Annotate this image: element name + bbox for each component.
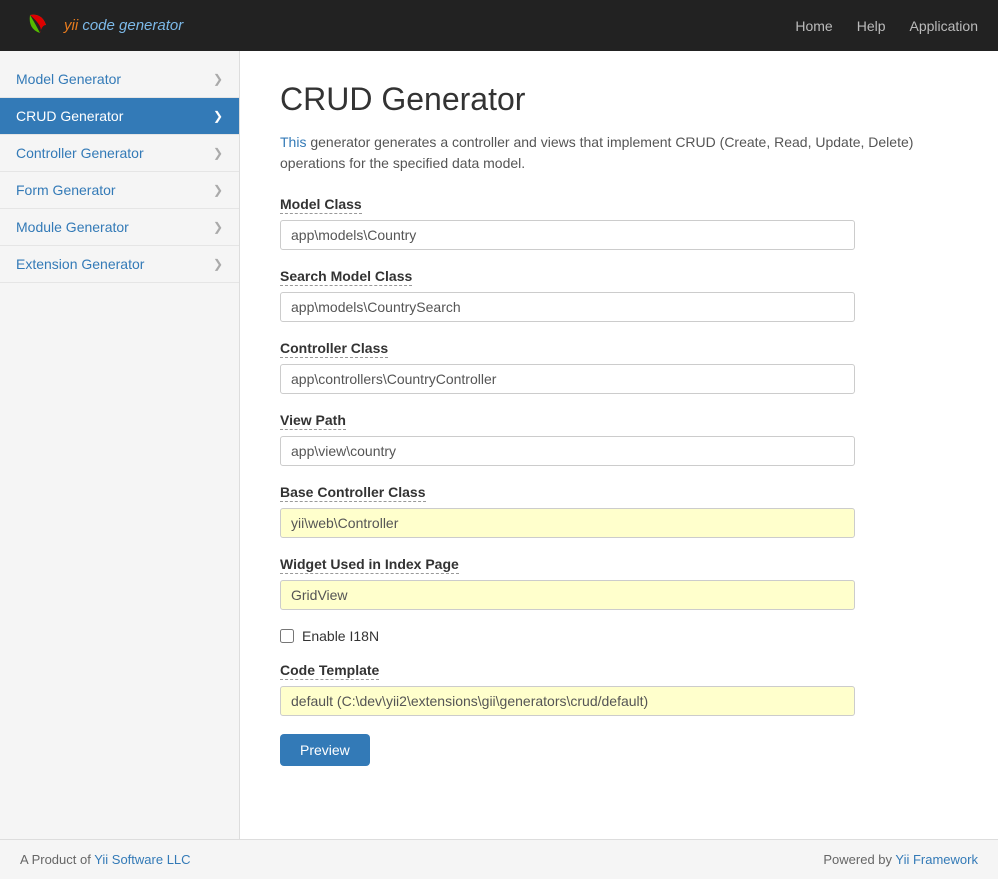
sidebar-item-form-generator[interactable]: Form Generator ❯ <box>0 172 239 209</box>
search-model-class-group: Search Model Class <box>280 268 958 322</box>
sidebar: Model Generator ❯ CRUD Generator ❯ Contr… <box>0 51 240 839</box>
footer-right: Powered by Yii Framework <box>823 852 978 867</box>
nav-home[interactable]: Home <box>795 18 832 34</box>
sidebar-item-crud-generator[interactable]: CRUD Generator ❯ <box>0 98 239 135</box>
chevron-right-icon: ❯ <box>213 220 223 234</box>
widget-used-group: Widget Used in Index Page <box>280 556 958 610</box>
base-controller-class-input[interactable] <box>280 508 855 538</box>
sidebar-item-label: CRUD Generator <box>16 108 123 124</box>
sidebar-item-model-generator[interactable]: Model Generator ❯ <box>0 61 239 98</box>
chevron-right-icon: ❯ <box>213 109 223 123</box>
chevron-right-icon: ❯ <box>213 146 223 160</box>
sidebar-item-controller-generator[interactable]: Controller Generator ❯ <box>0 135 239 172</box>
nav-application[interactable]: Application <box>910 18 979 34</box>
enable-i18n-label: Enable I18N <box>302 628 379 644</box>
sidebar-item-label: Model Generator <box>16 71 121 87</box>
chevron-right-icon: ❯ <box>213 72 223 86</box>
sidebar-item-extension-generator[interactable]: Extension Generator ❯ <box>0 246 239 283</box>
description-link[interactable]: This <box>280 134 306 150</box>
base-controller-class-group: Base Controller Class <box>280 484 958 538</box>
header-nav: Home Help Application <box>795 18 978 34</box>
code-template-input[interactable] <box>280 686 855 716</box>
enable-i18n-checkbox[interactable] <box>280 629 294 643</box>
sidebar-item-label: Form Generator <box>16 182 116 198</box>
model-class-input[interactable] <box>280 220 855 250</box>
sidebar-item-label: Controller Generator <box>16 145 144 161</box>
controller-class-label: Controller Class <box>280 340 388 358</box>
sidebar-item-label: Module Generator <box>16 219 129 235</box>
preview-button[interactable]: Preview <box>280 734 370 766</box>
view-path-group: View Path <box>280 412 958 466</box>
code-template-group: Code Template <box>280 662 958 716</box>
logo-text: yii code generator <box>64 17 183 34</box>
sidebar-item-label: Extension Generator <box>16 256 144 272</box>
view-path-label: View Path <box>280 412 346 430</box>
logo: yii code generator <box>20 7 183 45</box>
main-container: Model Generator ❯ CRUD Generator ❯ Contr… <box>0 51 998 839</box>
sidebar-item-module-generator[interactable]: Module Generator ❯ <box>0 209 239 246</box>
enable-i18n-group: Enable I18N <box>280 628 958 644</box>
search-model-class-label: Search Model Class <box>280 268 412 286</box>
chevron-right-icon: ❯ <box>213 257 223 271</box>
view-path-input[interactable] <box>280 436 855 466</box>
widget-used-input[interactable] <box>280 580 855 610</box>
footer: A Product of Yii Software LLC Powered by… <box>0 839 998 879</box>
model-class-label: Model Class <box>280 196 362 214</box>
footer-left: A Product of Yii Software LLC <box>20 852 191 867</box>
code-template-label: Code Template <box>280 662 379 680</box>
controller-class-group: Controller Class <box>280 340 958 394</box>
widget-used-label: Widget Used in Index Page <box>280 556 459 574</box>
page-title: CRUD Generator <box>280 81 958 118</box>
description: This generator generates a controller an… <box>280 132 958 174</box>
footer-yii-framework-link[interactable]: Yii Framework <box>895 852 978 867</box>
nav-help[interactable]: Help <box>857 18 886 34</box>
footer-yii-software-link[interactable]: Yii Software LLC <box>94 852 190 867</box>
base-controller-class-label: Base Controller Class <box>280 484 426 502</box>
yii-logo-icon <box>20 7 58 45</box>
search-model-class-input[interactable] <box>280 292 855 322</box>
controller-class-input[interactable] <box>280 364 855 394</box>
chevron-right-icon: ❯ <box>213 183 223 197</box>
model-class-group: Model Class <box>280 196 958 250</box>
header: yii code generator Home Help Application <box>0 0 998 51</box>
content-area: CRUD Generator This generator generates … <box>240 51 998 839</box>
